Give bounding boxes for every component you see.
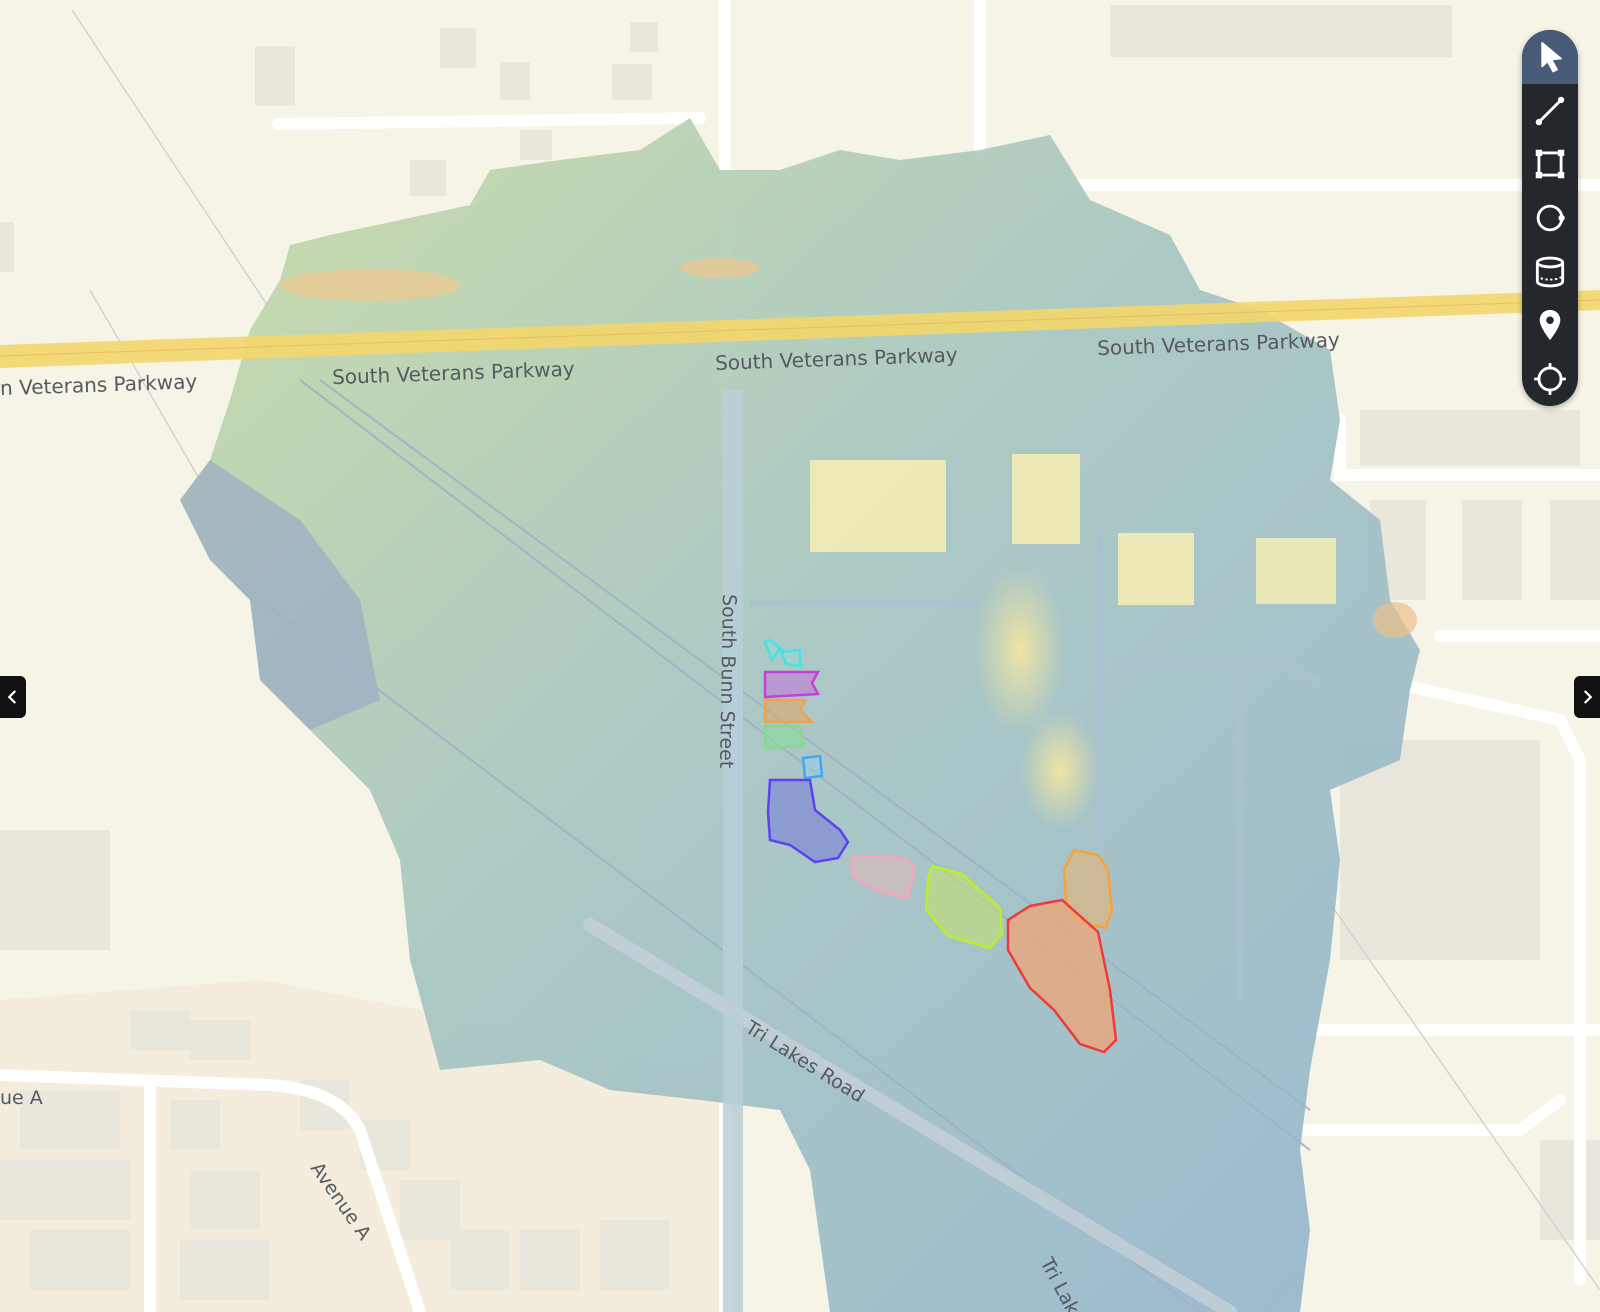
chevron-right-icon [1583,690,1593,704]
crosshair-icon [1534,363,1566,395]
line-icon [1535,96,1565,125]
measure-area-tool-button[interactable] [1522,137,1578,191]
measure-circle-tool-button[interactable] [1522,191,1578,245]
map-tools-toolbar [1522,30,1578,406]
road-label-bunn-street: South Bunn Street [715,594,740,769]
locate-tool-button[interactable] [1522,352,1578,406]
polygon-icon [1535,149,1565,179]
marker-tool-button[interactable] [1522,298,1578,352]
expand-right-panel-button[interactable] [1574,676,1600,718]
chevron-left-icon [7,690,17,704]
select-tool-button[interactable] [1522,30,1578,84]
annotation-polygon-purple[interactable] [763,670,821,699]
road-label-avenue-a-left: ue A [0,1087,43,1109]
measure-line-tool-button[interactable] [1522,84,1578,138]
collapse-left-panel-button[interactable] [0,676,26,718]
annotation-polygon-light-blue[interactable] [801,754,824,780]
cursor-icon [1541,41,1562,73]
map-canvas[interactable]: n Veterans Parkway South Veterans Parkwa… [0,0,1600,1312]
measure-volume-tool-button[interactable] [1522,245,1578,299]
annotation-polygon-green[interactable] [763,724,806,750]
circle-icon [1536,204,1565,232]
pin-icon [1539,310,1561,341]
volume-icon [1535,256,1565,287]
